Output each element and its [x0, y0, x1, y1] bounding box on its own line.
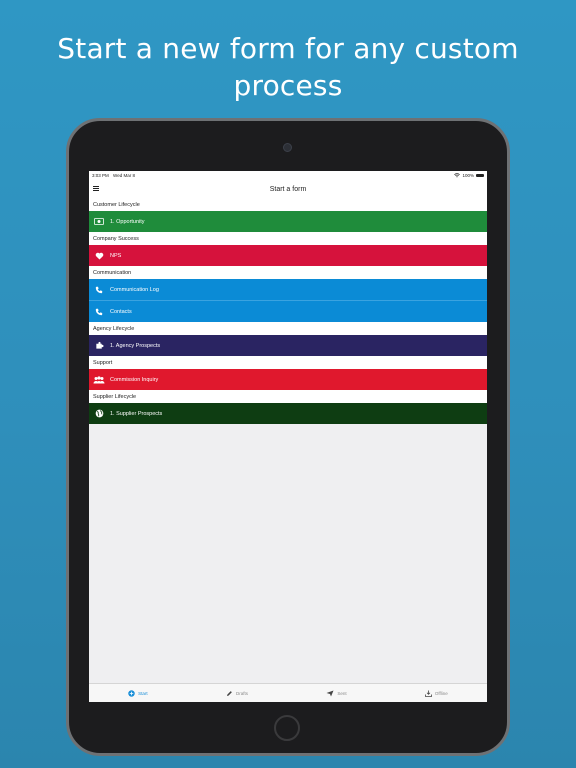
form-row-label: Commission Inquiry — [110, 376, 159, 383]
form-list: Customer Lifecycle 1. Opportunity Compan… — [89, 198, 487, 424]
form-row-opportunity[interactable]: 1. Opportunity — [89, 211, 487, 232]
form-row-label: 1. Supplier Prospects — [110, 410, 163, 417]
status-right: 100% — [454, 173, 484, 178]
app-screen: 3:03 PM Wed Mar 8 100% Start a form Cust… — [89, 171, 487, 702]
people-icon — [93, 374, 105, 386]
puzzle-icon — [93, 340, 105, 352]
heart-icon — [93, 250, 105, 262]
page-title: Start a form — [269, 185, 307, 193]
section-header-company-success: Company Success — [89, 232, 487, 245]
nav-bar: Start a form — [89, 180, 487, 198]
tab-drafts[interactable]: Drafts — [226, 690, 248, 697]
pencil-icon — [226, 690, 232, 696]
plus-icon — [128, 689, 135, 697]
battery-icon — [476, 173, 484, 178]
form-row-label: Contacts — [110, 308, 132, 315]
form-row-commission-inquiry[interactable]: Commission Inquiry — [89, 369, 487, 390]
tab-label: Drafts — [235, 690, 248, 696]
headline: Start a new form for any custom process — [57, 32, 519, 102]
form-row-nps[interactable]: NPS — [89, 245, 487, 266]
send-icon — [326, 690, 334, 696]
tab-bar: Start Drafts Sent Offline — [89, 683, 487, 702]
status-left: 3:03 PM Wed Mar 8 — [92, 173, 135, 178]
status-time: 3:03 PM — [92, 173, 109, 178]
money-icon — [93, 216, 105, 228]
status-bar: 3:03 PM Wed Mar 8 100% — [89, 171, 487, 180]
form-row-label: NPS — [110, 252, 122, 259]
form-row-communication-log[interactable]: Communication Log — [89, 279, 487, 300]
form-row-label: 1. Agency Prospects — [110, 342, 161, 349]
download-icon — [424, 690, 432, 697]
section-header-communication: Communication — [89, 266, 487, 279]
hamburger-menu-icon[interactable] — [93, 186, 99, 191]
form-row-supplier-prospects[interactable]: 1. Supplier Prospects — [89, 403, 487, 424]
battery-percent: 100% — [462, 173, 474, 178]
form-row-label: Communication Log — [110, 286, 159, 293]
tab-offline[interactable]: Offline — [424, 690, 448, 697]
form-row-label: 1. Opportunity — [110, 218, 145, 225]
section-header-agency-lifecycle: Agency Lifecycle — [89, 322, 487, 335]
form-row-contacts[interactable]: Contacts — [89, 301, 487, 322]
form-row-agency-prospects[interactable]: 1. Agency Prospects — [89, 335, 487, 356]
globe-icon — [93, 408, 105, 420]
tab-label: Start — [138, 690, 148, 696]
tab-label: Offline — [434, 690, 448, 696]
home-button[interactable] — [274, 715, 300, 741]
section-header-support: Support — [89, 356, 487, 369]
wifi-icon — [454, 173, 461, 178]
status-date: Wed Mar 8 — [113, 173, 135, 178]
section-header-customer-lifecycle: Customer Lifecycle — [89, 198, 487, 211]
tab-label: Sent — [337, 690, 347, 696]
tab-start[interactable]: Start — [128, 689, 148, 697]
tab-sent[interactable]: Sent — [326, 690, 347, 697]
section-header-supplier-lifecycle: Supplier Lifecycle — [89, 390, 487, 403]
phone-icon — [93, 306, 105, 318]
phone-icon — [93, 284, 105, 296]
camera — [283, 143, 292, 152]
